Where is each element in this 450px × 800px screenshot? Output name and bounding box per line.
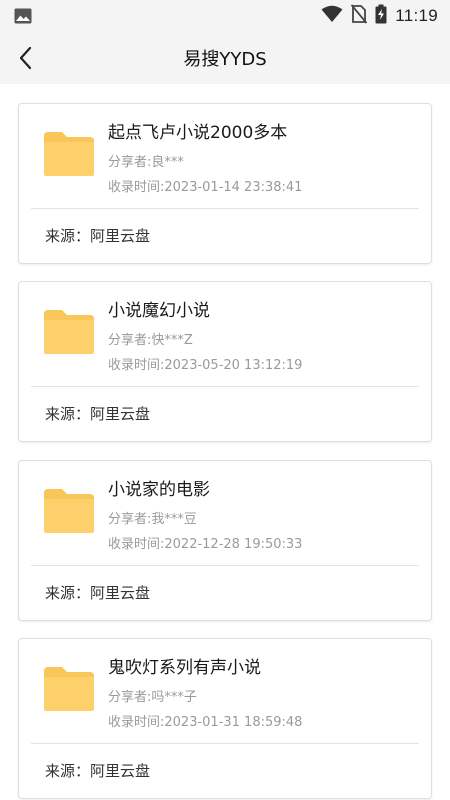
status-bar: 11:19 [0, 0, 450, 32]
no-sim-icon [351, 4, 368, 28]
folder-icon [44, 667, 94, 711]
item-title: 小说魔幻小说 [108, 301, 210, 321]
item-title: 小说家的电影 [108, 480, 210, 500]
status-icons: 11:19 [321, 4, 438, 28]
battery-charging-icon [375, 4, 387, 28]
item-source: 来源：阿里云盘 [45, 762, 151, 780]
item-time: 收录时间:2023-01-31 18:59:48 [108, 715, 303, 730]
folder-icon [44, 489, 94, 533]
divider [31, 208, 419, 209]
divider [31, 386, 419, 387]
item-title: 起点飞卢小说2000多本 [108, 123, 288, 143]
list-item[interactable]: 小说家的电影 分享者:我***豆 收录时间:2022-12-28 19:50:3… [18, 460, 432, 621]
status-time: 11:19 [395, 6, 438, 25]
image-icon [14, 8, 32, 28]
folder-icon [44, 132, 94, 176]
item-title: 鬼吹灯系列有声小说 [108, 658, 261, 678]
item-time: 收录时间:2023-01-14 23:38:41 [108, 180, 303, 195]
item-sharer: 分享者:良*** [108, 155, 184, 170]
list-item[interactable]: 小说魔幻小说 分享者:快***Z 收录时间:2023-05-20 13:12:1… [18, 281, 432, 442]
page-title: 易搜YYDS [183, 49, 267, 70]
item-sharer: 分享者:快***Z [108, 333, 193, 348]
folder-icon [44, 310, 94, 354]
divider [31, 743, 419, 744]
item-source: 来源：阿里云盘 [45, 405, 151, 423]
app-bar: 易搜YYDS [0, 32, 450, 84]
item-sharer: 分享者:吗***子 [108, 690, 197, 705]
wifi-icon [321, 5, 343, 27]
list-item[interactable]: 鬼吹灯系列有声小说 分享者:吗***子 收录时间:2023-01-31 18:5… [18, 638, 432, 799]
divider [31, 565, 419, 566]
item-time: 收录时间:2023-05-20 13:12:19 [108, 358, 303, 373]
list-item[interactable]: 起点飞卢小说2000多本 分享者:良*** 收录时间:2023-01-14 23… [18, 103, 432, 264]
item-time: 收录时间:2022-12-28 19:50:33 [108, 537, 303, 552]
item-sharer: 分享者:我***豆 [108, 512, 197, 527]
item-source: 来源：阿里云盘 [45, 227, 151, 245]
item-source: 来源：阿里云盘 [45, 584, 151, 602]
